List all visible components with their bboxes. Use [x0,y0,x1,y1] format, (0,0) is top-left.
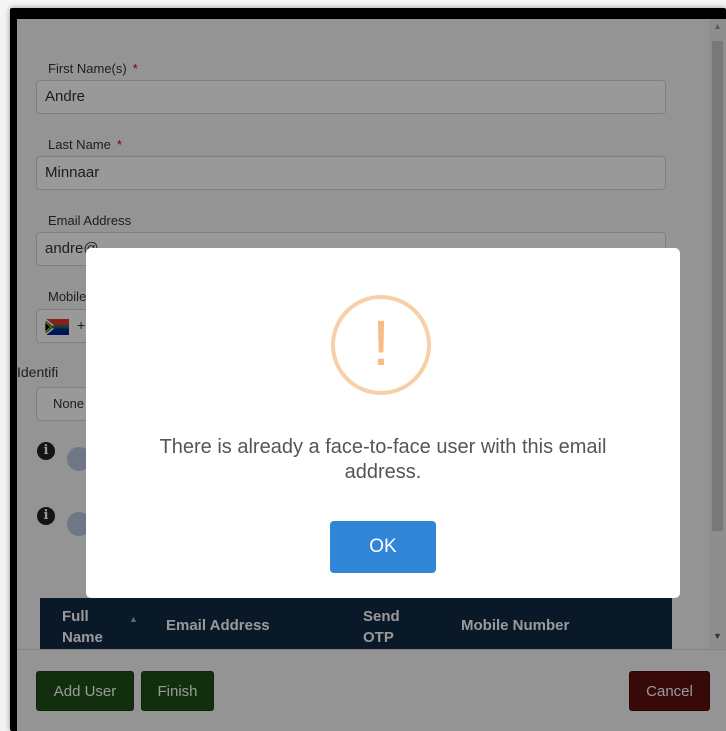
warning-icon: ! [331,295,431,395]
ok-button[interactable]: OK [330,521,436,573]
alert-dialog: ! There is already a face-to-face user w… [86,248,680,598]
alert-message: There is already a face-to-face user wit… [159,436,607,483]
warning-mark: ! [372,307,390,379]
